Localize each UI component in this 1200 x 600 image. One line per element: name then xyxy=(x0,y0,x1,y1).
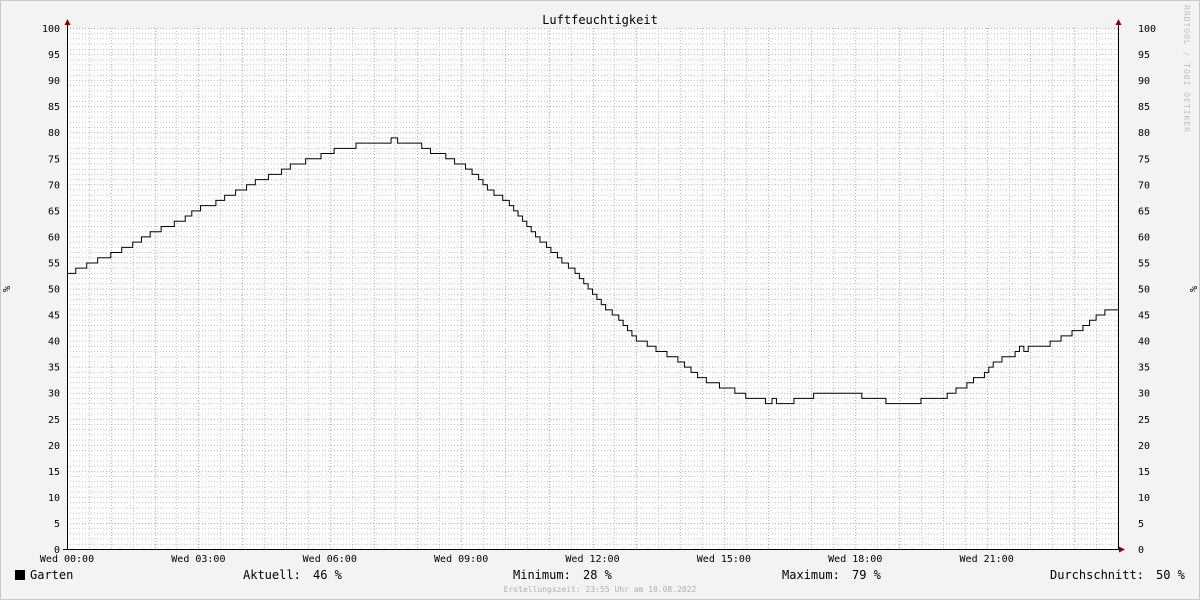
y-tick-label-left: 15 xyxy=(48,467,60,478)
y-tick-label-right: 85 xyxy=(1138,102,1150,113)
y-tick-label-right: 100 xyxy=(1138,24,1156,35)
y-tick-label-right: 70 xyxy=(1138,180,1150,191)
creation-time-footer: Erstellungszeit: 23:55 Uhr am 10.08.2022 xyxy=(503,585,697,594)
legend-max-label: Maximum: xyxy=(782,568,840,582)
y-tick-label-left: 10 xyxy=(48,493,60,504)
x-tick-label: Wed 12:00 xyxy=(565,554,619,565)
y-tick-label-right: 60 xyxy=(1138,232,1150,243)
x-tick-label: Wed 00:00 xyxy=(40,554,94,565)
y-tick-label-right: 15 xyxy=(1138,467,1150,478)
x-axis-arrow xyxy=(1119,546,1125,553)
y-tick-label-left: 70 xyxy=(48,180,60,191)
y-tick-label-right: 75 xyxy=(1138,154,1150,165)
y-tick-label-left: 95 xyxy=(48,50,60,61)
y-tick-label-left: 35 xyxy=(48,363,60,374)
x-tick-label: Wed 09:00 xyxy=(434,554,488,565)
y-tick-label-right: 90 xyxy=(1138,76,1150,87)
x-tick-label: Wed 03:00 xyxy=(171,554,225,565)
y-tick-label-left: 60 xyxy=(48,232,60,243)
legend-avg-value: 50 % xyxy=(1156,568,1185,582)
chart-title: Luftfeuchtigkeit xyxy=(542,13,658,27)
y-tick-label-left: 40 xyxy=(48,337,60,348)
y-tick-label-right: 95 xyxy=(1138,50,1150,61)
y-tick-label-left: 50 xyxy=(48,285,60,296)
y-tick-label-left: 90 xyxy=(48,76,60,87)
legend-avg-label: Durchschnitt: xyxy=(1050,568,1144,582)
y-tick-label-left: 80 xyxy=(48,128,60,139)
humidity-chart: 0 05 510 1015 1520 2025 2530 3035 3540 4045 4550 50… xyxy=(2,13,1198,565)
y-tick-label-right: 80 xyxy=(1138,128,1150,139)
y-tick-label-right: 0 xyxy=(1138,545,1144,556)
y-tick-label-left: 65 xyxy=(48,206,60,217)
y-tick-label-left: 55 xyxy=(48,258,60,269)
y-tick-label-right: 45 xyxy=(1138,311,1150,322)
y-tick-label-right: 20 xyxy=(1138,441,1150,452)
legend-min-value: 28 % xyxy=(583,568,612,582)
y-tick-label-left: 20 xyxy=(48,441,60,452)
y-tick-label-right: 30 xyxy=(1138,389,1150,400)
y-tick-label-right: 25 xyxy=(1138,415,1150,426)
x-tick-label: Wed 15:00 xyxy=(697,554,751,565)
legend-min-label: Minimum: xyxy=(513,568,571,582)
y-tick-label-right: 50 xyxy=(1138,285,1150,296)
y-tick-label-right: 65 xyxy=(1138,206,1150,217)
y-tick-label-right: 40 xyxy=(1138,337,1150,348)
legend-current-label: Aktuell: xyxy=(243,568,301,582)
y-axis-arrow-left xyxy=(64,19,71,25)
y-tick-label-right: 35 xyxy=(1138,363,1150,374)
x-tick-label: Wed 21:00 xyxy=(960,554,1014,565)
legend-swatch xyxy=(15,570,25,580)
y-axis-label-right: % xyxy=(1187,286,1198,292)
legend-max-value: 79 % xyxy=(852,568,881,582)
y-tick-label-left: 85 xyxy=(48,102,60,113)
y-tick-label-right: 10 xyxy=(1138,493,1150,504)
legend-current-value: 46 % xyxy=(313,568,342,582)
y-tick-label-left: 75 xyxy=(48,154,60,165)
x-tick-label: Wed 06:00 xyxy=(303,554,357,565)
y-tick-label-right: 5 xyxy=(1138,519,1144,530)
legend-series-name: Garten xyxy=(30,568,74,582)
y-tick-label-right: 55 xyxy=(1138,258,1150,269)
y-tick-label-left: 5 xyxy=(54,519,60,530)
y-tick-label-left: 45 xyxy=(48,311,60,322)
y-tick-label-left: 25 xyxy=(48,415,60,426)
x-tick-label: Wed 18:00 xyxy=(828,554,882,565)
y-tick-label-left: 100 xyxy=(42,24,60,35)
y-tick-label-left: 30 xyxy=(48,389,60,400)
y-axis-arrow-right xyxy=(1115,19,1122,25)
rrdtool-watermark: RRDTOOL / TOBI OETIKER xyxy=(1182,5,1191,133)
y-axis-label-left: % xyxy=(2,286,13,292)
